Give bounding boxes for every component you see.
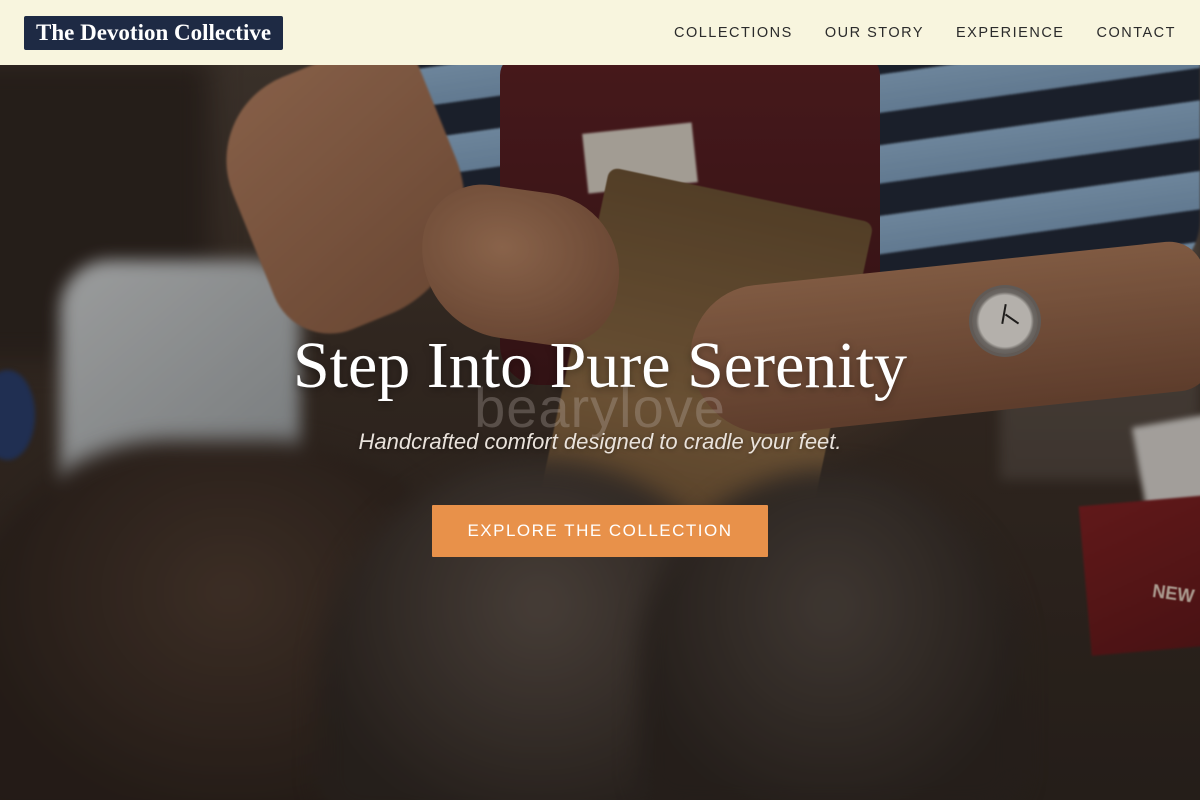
nav-link-our-story[interactable]: OUR STORY — [825, 25, 924, 41]
top-navigation-bar: The Devotion Collective COLLECTIONS OUR … — [0, 0, 1200, 65]
main-nav: COLLECTIONS OUR STORY EXPERIENCE CONTACT — [674, 25, 1176, 41]
hero-title: Step Into Pure Serenity — [292, 329, 908, 402]
nav-link-experience[interactable]: EXPERIENCE — [956, 25, 1064, 41]
nav-link-collections[interactable]: COLLECTIONS — [674, 25, 793, 41]
nav-link-contact[interactable]: CONTACT — [1096, 25, 1176, 41]
explore-collection-button[interactable]: EXPLORE THE COLLECTION — [432, 505, 768, 557]
hero-content: Step Into Pure Serenity Handcrafted comf… — [0, 325, 1200, 557]
hero-subtitle: Handcrafted comfort designed to cradle y… — [358, 429, 842, 454]
brand-logo[interactable]: The Devotion Collective — [24, 15, 284, 50]
